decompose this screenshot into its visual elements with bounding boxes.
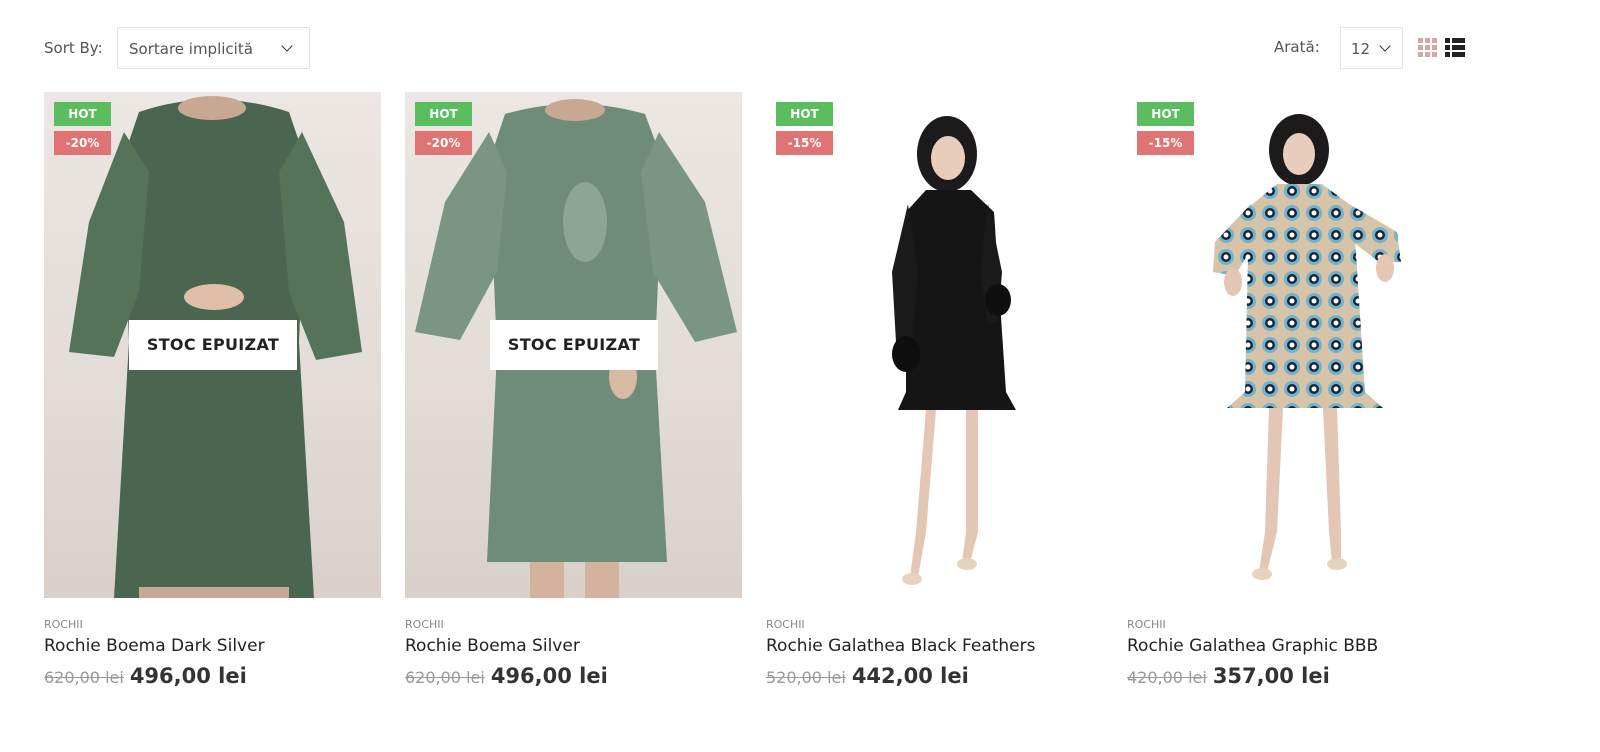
product-photo-dress: [892, 116, 1016, 585]
product-image[interactable]: HOT -15%: [766, 92, 1103, 598]
out-of-stock-label: STOC EPUIZAT: [490, 320, 658, 370]
sort-select-value: Sortare implicită: [129, 40, 253, 58]
sale-price: 496,00 lei: [129, 664, 247, 688]
hot-badge: HOT: [776, 102, 833, 126]
product-title[interactable]: Rochie Galathea Black Feathers: [766, 636, 1103, 656]
shop-toolbar: Sort By: Sortare implicită Arată: 12: [44, 27, 1500, 69]
product-image[interactable]: HOT -20% STOC EPUIZAT: [405, 92, 742, 598]
chevron-down-icon: [1379, 40, 1391, 52]
grid-view-icon[interactable]: [1418, 38, 1438, 58]
product-price: 620,00 lei 496,00 lei: [44, 664, 381, 688]
hot-badge: HOT: [54, 102, 111, 126]
old-price: 620,00 lei: [44, 668, 124, 687]
product-category[interactable]: ROCHII: [1127, 618, 1464, 631]
product-card[interactable]: HOT -15% ROCHII Rochie Galathea Black Fe…: [766, 92, 1103, 688]
per-page-select[interactable]: 12: [1340, 27, 1403, 69]
product-title[interactable]: Rochie Galathea Graphic BBB: [1127, 636, 1464, 656]
sort-by-label: Sort By:: [44, 39, 103, 57]
sort-select[interactable]: Sortare implicită: [117, 27, 310, 69]
sale-price: 357,00 lei: [1212, 664, 1330, 688]
product-price: 520,00 lei 442,00 lei: [766, 664, 1103, 688]
product-image[interactable]: HOT -15%: [1127, 92, 1464, 598]
product-card[interactable]: HOT -20% STOC EPUIZAT ROCHII Rochie Boem…: [405, 92, 742, 688]
chevron-down-icon: [281, 40, 293, 52]
discount-badge: -15%: [776, 131, 833, 155]
product-title[interactable]: Rochie Boema Silver: [405, 636, 742, 656]
hot-badge: HOT: [415, 102, 472, 126]
hot-badge: HOT: [1137, 102, 1194, 126]
product-category[interactable]: ROCHII: [766, 618, 1103, 631]
product-category[interactable]: ROCHII: [44, 618, 381, 631]
product-title[interactable]: Rochie Boema Dark Silver: [44, 636, 381, 656]
old-price: 620,00 lei: [405, 668, 485, 687]
product-image[interactable]: HOT -20% STOC EPUIZAT: [44, 92, 381, 598]
sale-price: 496,00 lei: [490, 664, 608, 688]
old-price: 420,00 lei: [1127, 668, 1207, 687]
per-page-label: Arată:: [1274, 38, 1320, 56]
per-page-value: 12: [1351, 40, 1371, 58]
product-card[interactable]: HOT -20% STOC EPUIZAT ROCHII Rochie Boem…: [44, 92, 381, 688]
list-view-icon[interactable]: [1445, 38, 1465, 58]
discount-badge: -15%: [1137, 131, 1194, 155]
sale-price: 442,00 lei: [851, 664, 969, 688]
out-of-stock-label: STOC EPUIZAT: [129, 320, 297, 370]
old-price: 520,00 lei: [766, 668, 846, 687]
product-photo-dress: [1213, 114, 1401, 580]
product-card[interactable]: HOT -15% ROCHII Rochie Galathea Graphic …: [1127, 92, 1464, 688]
product-price: 420,00 lei 357,00 lei: [1127, 664, 1464, 688]
discount-badge: -20%: [54, 131, 111, 155]
product-price: 620,00 lei 496,00 lei: [405, 664, 742, 688]
product-category[interactable]: ROCHII: [405, 618, 742, 631]
discount-badge: -20%: [415, 131, 472, 155]
